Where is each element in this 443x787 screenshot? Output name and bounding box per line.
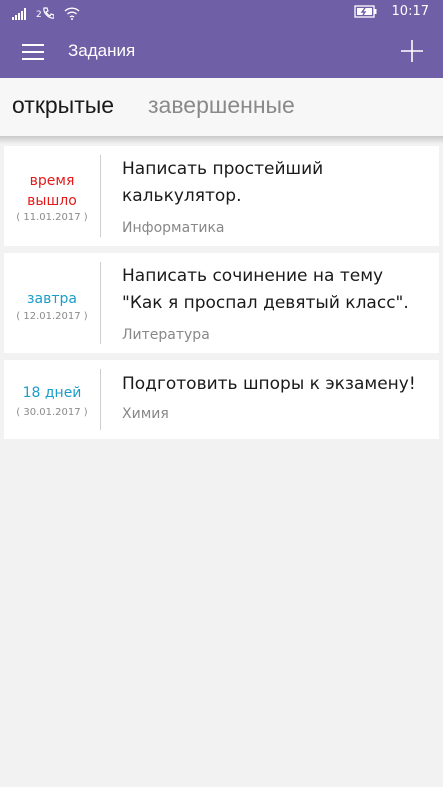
task-title: Подготовить шпоры к экзамену!: [122, 374, 416, 394]
add-icon[interactable]: [399, 38, 425, 64]
task-title: Написать простейший калькулятор.: [122, 159, 324, 206]
task-card[interactable]: время вышло ( 11.01.2017 ) Написать прос…: [4, 146, 439, 246]
signal-icon: [12, 8, 26, 20]
task-card[interactable]: завтра ( 12.01.2017 ) Написать сочинение…: [4, 253, 439, 353]
due-date: ( 11.01.2017 ): [16, 212, 88, 223]
task-card[interactable]: 18 дней ( 30.01.2017 ) Подготовить шпоры…: [4, 360, 439, 439]
phone-icon: [43, 7, 54, 19]
due-date: ( 12.01.2017 ): [16, 311, 88, 322]
tab-shadow: [0, 136, 443, 144]
clock: 10:17: [391, 4, 429, 19]
wifi-icon: [64, 7, 80, 20]
task-list: время вышло ( 11.01.2017 ) Написать прос…: [4, 146, 439, 446]
divider: [100, 262, 101, 344]
task-subject: Химия: [122, 406, 169, 422]
tab-completed[interactable]: завершенные: [148, 92, 295, 119]
top-bar: 2 10:17 Задания: [0, 0, 443, 78]
due-label: завтра: [27, 291, 77, 307]
due-label: 18 дней: [22, 385, 82, 401]
task-subject: Информатика: [122, 220, 225, 236]
tab-open[interactable]: открытые: [12, 92, 114, 119]
tab-bar: открытые завершенные: [0, 78, 443, 137]
task-subject: Литература: [122, 327, 210, 343]
menu-icon[interactable]: [22, 44, 44, 60]
due-label: время вышло: [27, 173, 77, 209]
due-column: время вышло ( 11.01.2017 ): [4, 146, 100, 246]
due-date: ( 30.01.2017 ): [16, 407, 88, 418]
app-bar: Задания: [0, 27, 443, 78]
page-title: Задания: [68, 41, 136, 60]
due-column: 18 дней ( 30.01.2017 ): [4, 360, 100, 439]
divider: [100, 155, 101, 237]
task-title: Написать сочинение на тему "Как я проспа…: [122, 266, 409, 313]
divider: [100, 369, 101, 430]
status-bar: 2 10:17: [0, 0, 443, 27]
due-column: завтра ( 12.01.2017 ): [4, 253, 100, 353]
battery-charging-icon: [353, 5, 377, 18]
